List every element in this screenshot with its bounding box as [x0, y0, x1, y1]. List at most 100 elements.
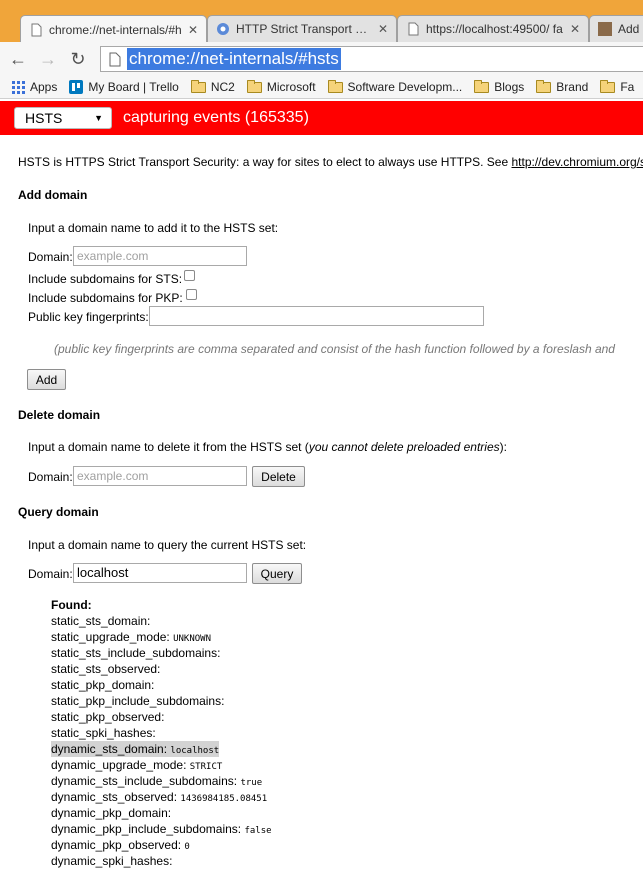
fingerprints-label: Public key fingerprints: — [28, 310, 149, 324]
result-key: static_sts_domain: — [51, 614, 151, 628]
reload-button[interactable]: ↻ — [66, 47, 90, 71]
result-row-content: dynamic_upgrade_mode: STRICT — [51, 758, 222, 772]
folder-icon — [536, 79, 552, 93]
bookmark-label: Fa — [620, 80, 635, 94]
bookmark-folder-blogs[interactable]: Blogs — [474, 79, 524, 94]
folder-icon — [600, 79, 616, 93]
result-key: static_upgrade_mode: — [51, 630, 170, 644]
add-instruction: Input a domain name to add it to the HST… — [28, 221, 279, 235]
folder-icon — [246, 79, 262, 93]
bookmark-apps[interactable]: Apps — [12, 80, 57, 94]
view-select-value: HSTS — [25, 110, 63, 126]
result-rows: static_sts_domain: static_upgrade_mode: … — [51, 613, 272, 869]
forward-button[interactable]: → — [36, 47, 60, 71]
forward-arrow-icon: → — [39, 48, 57, 69]
delete-instruction: Input a domain name to delete it from th… — [28, 440, 507, 454]
result-row-content: static_sts_include_subdomains: — [51, 646, 220, 660]
result-row: dynamic_pkp_domain: — [51, 805, 272, 821]
folder-icon — [190, 79, 206, 93]
dropdown-caret-icon: ▼ — [94, 113, 103, 123]
sts-subdomains-checkbox[interactable] — [184, 270, 195, 281]
result-value: localhost — [170, 746, 220, 756]
result-row-content: static_pkp_include_subdomains: — [51, 694, 224, 708]
add-domain-heading: Add domain — [18, 188, 88, 202]
result-row: static_pkp_domain: — [51, 677, 272, 693]
result-key: dynamic_pkp_include_subdomains: — [51, 822, 242, 836]
back-button[interactable]: ← — [6, 47, 30, 71]
result-row-content: dynamic_pkp_include_subdomains: false — [51, 822, 272, 836]
result-row: dynamic_sts_observed: 1436984185.08451 — [51, 789, 272, 805]
result-key: static_pkp_observed: — [51, 710, 165, 724]
tab-title: chrome://net-internals/#h — [49, 22, 182, 37]
capture-status: capturing events (165335) — [123, 109, 309, 126]
result-row-content: dynamic_sts_domain: localhost — [51, 741, 220, 757]
result-row: dynamic_pkp_include_subdomains: false — [51, 821, 272, 837]
result-row-content: static_sts_domain: — [51, 614, 150, 628]
bookmark-label: NC2 — [210, 80, 235, 94]
result-row: static_sts_observed: — [51, 661, 272, 677]
found-label: Found: — [51, 598, 92, 612]
tab-title: Add — [618, 22, 640, 36]
close-tab-icon[interactable]: ✕ — [570, 22, 580, 36]
result-value: true — [240, 778, 263, 788]
status-bar: HSTS ▼ capturing events (165335) — [0, 101, 643, 135]
tab-add[interactable]: Add — [589, 15, 643, 42]
result-row: dynamic_pkp_observed: 0 — [51, 837, 272, 853]
result-row-content: dynamic_sts_include_subdomains: true — [51, 774, 262, 788]
add-button[interactable]: Add — [27, 369, 66, 390]
close-tab-icon[interactable]: ✕ — [378, 22, 388, 36]
folder-icon — [327, 79, 343, 93]
view-select[interactable]: HSTS ▼ — [14, 107, 112, 129]
tab-localhost[interactable]: https://localhost:49500/ fa ✕ — [397, 15, 589, 42]
delete-domain-input[interactable]: example.com — [73, 466, 247, 486]
result-key: static_sts_include_subdomains: — [51, 646, 221, 660]
bookmark-trello[interactable]: My Board | Trello — [69, 80, 179, 94]
add-domain-input[interactable]: example.com — [73, 246, 247, 266]
url-text[interactable]: chrome://net-internals/#hsts — [127, 48, 341, 70]
address-bar[interactable]: chrome://net-internals/#hsts — [100, 46, 643, 72]
query-domain-input[interactable]: localhost — [73, 563, 247, 583]
avatar — [598, 22, 612, 36]
result-key: dynamic_spki_hashes: — [51, 854, 173, 868]
result-row: static_sts_include_subdomains: — [51, 645, 272, 661]
page-icon — [408, 22, 419, 36]
result-row-content: dynamic_sts_observed: 1436984185.08451 — [51, 790, 267, 804]
bookmark-label: Software Developm... — [347, 80, 463, 94]
query-button[interactable]: Query — [252, 563, 302, 584]
result-key: static_pkp_include_subdomains: — [51, 694, 225, 708]
tab-hsts-article[interactable]: HTTP Strict Transport Secu ✕ — [207, 15, 397, 42]
fingerprints-input[interactable] — [149, 306, 484, 326]
bookmark-label: Apps — [30, 80, 58, 94]
result-row-content: dynamic_pkp_domain: — [51, 806, 171, 820]
bookmark-folder-nc2[interactable]: NC2 — [190, 79, 235, 94]
delete-domain-label: Domain: — [28, 470, 73, 484]
bookmark-folder-fa[interactable]: Fa — [600, 79, 635, 94]
tab-title: HTTP Strict Transport Secu — [236, 22, 372, 36]
result-row-content: dynamic_pkp_observed: 0 — [51, 838, 190, 852]
bookmarks-bar: Apps My Board | Trello NC2 Microsoft Sof… — [0, 76, 643, 99]
result-row: static_pkp_include_subdomains: — [51, 693, 272, 709]
result-key: dynamic_pkp_observed: — [51, 838, 182, 852]
page-icon — [31, 23, 42, 36]
pkp-subdomains-checkbox[interactable] — [186, 289, 197, 300]
query-domain-label: Domain: — [28, 567, 73, 581]
delete-button[interactable]: Delete — [252, 466, 305, 487]
bookmark-folder-microsoft[interactable]: Microsoft — [246, 79, 316, 94]
result-row: static_sts_domain: — [51, 613, 272, 629]
delete-domain-heading: Delete domain — [18, 408, 101, 422]
query-result: Found: static_sts_domain: static_upgrade… — [51, 597, 272, 869]
result-row-content: static_pkp_observed: — [51, 710, 164, 724]
sts-link[interactable]: http://dev.chromium.org/sts — [512, 155, 643, 169]
result-key: dynamic_sts_observed: — [51, 790, 178, 804]
close-tab-icon[interactable]: ✕ — [188, 23, 198, 37]
result-row-content: static_pkp_domain: — [51, 678, 154, 692]
result-key: static_spki_hashes: — [51, 726, 156, 740]
result-row-content: static_upgrade_mode: UNKNOWN — [51, 630, 211, 644]
result-key: static_pkp_domain: — [51, 678, 155, 692]
tab-net-internals[interactable]: chrome://net-internals/#h ✕ — [20, 15, 207, 42]
query-domain-heading: Query domain — [18, 505, 99, 519]
bookmark-folder-brand[interactable]: Brand — [536, 79, 588, 94]
bookmark-folder-software[interactable]: Software Developm... — [327, 79, 463, 94]
bookmark-label: My Board | Trello — [88, 80, 179, 94]
bookmark-label: Microsoft — [266, 80, 316, 94]
